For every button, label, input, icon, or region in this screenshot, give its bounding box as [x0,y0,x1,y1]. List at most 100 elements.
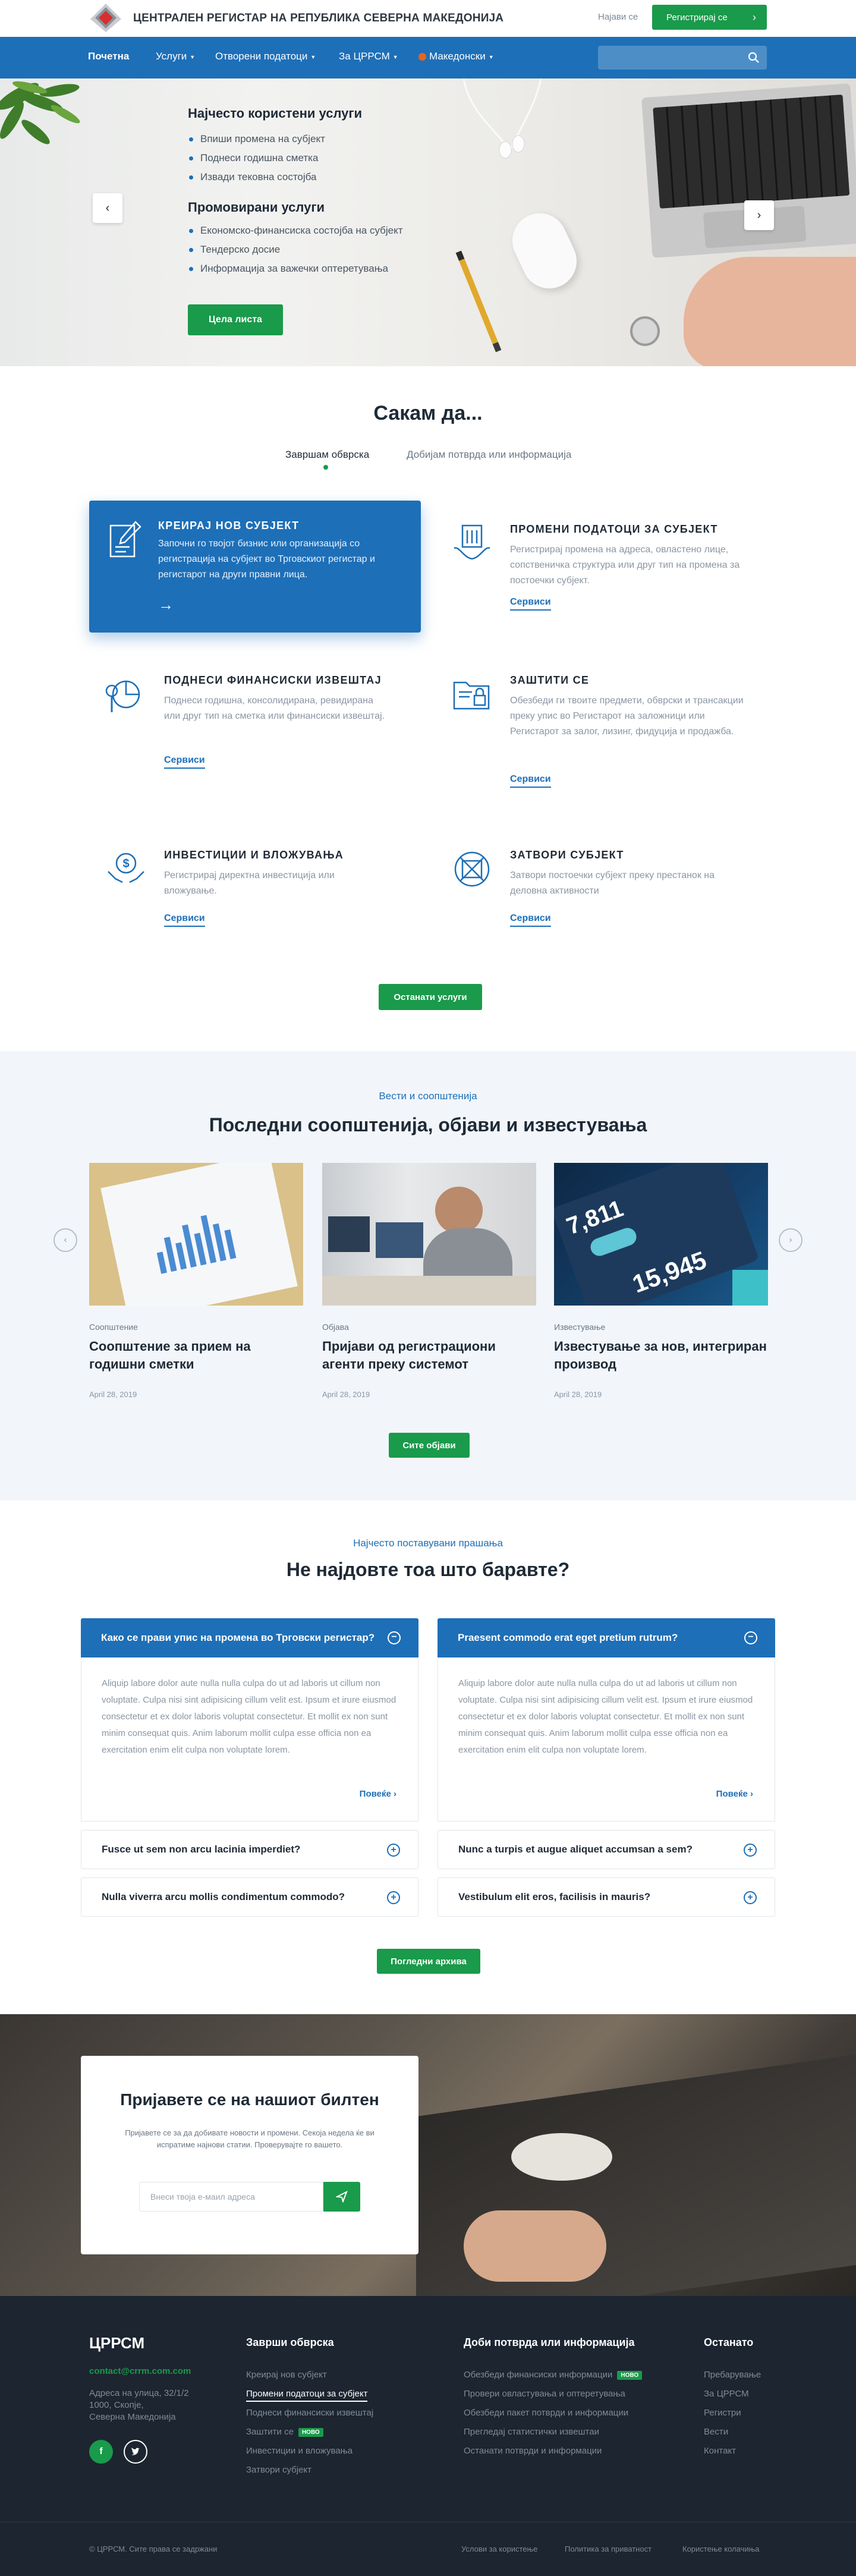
services-link[interactable]: Сервиси [164,755,205,769]
logo-icon[interactable] [89,2,122,33]
footer-link[interactable]: Вести [704,2427,728,2437]
hero-link[interactable]: Извади тековна состојба [189,168,325,187]
faq-item[interactable]: Vestibulum elit eros, facilisis in mauri… [438,1877,775,1917]
caret-down-icon: ▼ [392,54,398,60]
faq-item[interactable]: Nunc a turpis et augue aliquet accumsan … [438,1830,775,1869]
arrow-right-icon: → [158,596,174,614]
building-hand-icon [454,524,490,560]
all-news-button[interactable]: Сите објави [389,1433,470,1458]
footer-link[interactable]: Поднеси финансиски извештај [246,2408,373,2418]
hero-link[interactable]: Тендерско досие [189,240,403,259]
bullet-icon [189,228,193,233]
footer-link[interactable]: Обезбеди финансиски информации НОВО [464,2370,643,2380]
newsletter-text: Пријавете се за да добивате новости и пр… [125,2128,374,2149]
active-tab-indicator [323,465,328,470]
news-card[interactable]: 7,811 15,945 Известување Известување за … [554,1163,768,1413]
news-prev-button[interactable]: ‹ [54,1228,77,1252]
newsletter-title: Пријавете се на нашиот билтен [120,2090,379,2109]
footer-link[interactable]: Заштити се НОВО [246,2427,323,2437]
footer-link[interactable]: Пребарување [704,2370,761,2380]
news-card[interactable]: Соопштение Соопштение за прием на годишн… [89,1163,303,1413]
faq-archive-button[interactable]: Погледни архива [377,1949,480,1974]
footer-link[interactable]: Обезбеди пакет потврди и информации [464,2408,628,2418]
faq-more-link[interactable]: Повеќе › [360,1786,396,1803]
bullet-icon [189,247,193,252]
footer-link[interactable]: Прегледај статистички извештаи [464,2427,599,2437]
services-link[interactable]: Сервиси [510,597,551,611]
plus-circle-icon: + [387,1891,400,1904]
tab-information[interactable]: Добијам потврда или информација [407,449,571,461]
footer-link[interactable]: Провери овластувања и оптеретувања [464,2389,625,2399]
faq-item-open: Praesent commodo erat eget pretium rutru… [438,1618,775,1822]
other-services-button[interactable]: Останати услуги [379,984,482,1010]
footer-link[interactable]: За ЦРРСМ [704,2389,749,2399]
faq-question[interactable]: Како се прави упис на промена во Трговск… [81,1618,418,1657]
footer-link[interactable]: Контакт [704,2446,736,2456]
service-title: ПРОМЕНИ ПОДАТОЦИ ЗА СУБЈЕКТ [510,523,718,535]
hero-link-label: Извади тековна состојба [200,171,317,183]
news-title: Последни соопштенија, објави и известува… [209,1114,647,1136]
faq-question-text: Fusce ut sem non arcu lacinia imperdiet? [102,1844,301,1855]
plus-circle-icon: + [744,1844,757,1857]
hero-link[interactable]: Информација за важечки оптеретувања [189,259,403,278]
hero-group1-list: Впиши промена на субјект Поднеси годишна… [189,130,325,187]
coin-hands-icon: $ [108,853,144,883]
hero-link[interactable]: Поднеси годишна сметка [189,149,325,168]
register-button[interactable]: Регистрирај се › [652,5,767,30]
service-title: КРЕИРАЈ НОВ СУБЈЕКТ [158,520,300,531]
twitter-icon[interactable] [124,2440,147,2464]
hero-link[interactable]: Економско-финансиска состојба на субјект [189,221,403,240]
footer-link[interactable]: Инвестиции и вложувања [246,2446,353,2456]
footer-bottom-link[interactable]: Политика за приватност [565,2544,652,2553]
tab-obligation[interactable]: Завршам обврска [285,449,369,461]
nav-language[interactable]: Македонски ▼ [418,51,494,62]
faq-question-text: Nunc a turpis et augue aliquet accumsan … [458,1844,693,1855]
footer-email-link[interactable]: contact@crrm.com.com [89,2366,191,2376]
faq-question[interactable]: Praesent commodo erat eget pretium rutru… [438,1618,775,1657]
faq-item[interactable]: Fusce ut sem non arcu lacinia imperdiet?… [81,1830,418,1869]
news-date: April 28, 2019 [554,1390,602,1399]
hero-full-list-button[interactable]: Цела листа [188,304,283,335]
nav-home[interactable]: Почетна [88,51,129,62]
newsletter-email-input[interactable]: Внеси твоја е-маил адреса [139,2182,323,2212]
newsletter-placeholder: Внеси твоја е-маил адреса [150,2192,255,2201]
faq-more-link[interactable]: Повеќе › [716,1786,753,1803]
sakam-title: Сакам да... [373,402,483,424]
nav-language-label: Македонски [429,51,486,62]
footer-link[interactable]: Затвори субјект [246,2465,311,2475]
hero-link[interactable]: Впиши промена на субјект [189,130,325,149]
news-card[interactable]: Објава Пријави од регистрациони агенти п… [322,1163,536,1413]
footer-link[interactable]: Останати потврди и информации [464,2446,602,2456]
service-text: Поднеси годишна, консолидирана, ревидира… [164,696,385,721]
newsletter-submit-button[interactable] [323,2182,360,2212]
footer-link[interactable]: Креирај нов субјект [246,2370,327,2380]
service-text: Започни го твојот бизнис или организациј… [158,539,375,580]
news-category: Соопштение [89,1322,138,1332]
laptop-image [641,83,856,258]
chevron-right-icon: › [757,208,761,222]
footer-bottom-link[interactable]: Користење колачиња [682,2544,759,2553]
service-card-create[interactable]: КРЕИРАЈ НОВ СУБЈЕКТ Започни го твојот би… [89,501,421,633]
nav-open-data[interactable]: Отворени податоци ▼ [215,51,316,62]
watch-image [630,316,660,346]
services-link[interactable]: Сервиси [510,913,551,927]
footer-bottom-link[interactable]: Услови за користење [461,2544,537,2553]
footer-link[interactable]: Регистри [704,2408,741,2418]
services-link[interactable]: Сервиси [510,774,551,788]
nav-about[interactable]: За ЦРРСМ ▼ [339,51,398,62]
search-input[interactable] [598,46,741,70]
facebook-icon[interactable]: f [89,2440,113,2464]
nav-services[interactable]: Услуги ▼ [156,51,195,62]
hero-next-button[interactable]: › [744,200,774,230]
footer-link[interactable]: Промени податоци за субјект [246,2389,368,2402]
hero-prev-button[interactable]: ‹ [93,193,122,223]
service-text: Затвори постоечки субјект преку престано… [510,870,715,896]
service-title: ЗАШТИТИ СЕ [510,674,590,686]
faq-item[interactable]: Nulla viverra arcu mollis condimentum co… [81,1877,418,1917]
faq-answer: Aliquip labore dolor aute nulla nulla cu… [81,1657,418,1822]
faq-answer: Aliquip labore dolor aute nulla nulla cu… [438,1657,775,1822]
login-link[interactable]: Најави се [598,12,638,22]
search-icon[interactable] [748,52,760,64]
news-next-button[interactable]: › [779,1228,802,1252]
services-link[interactable]: Сервиси [164,913,205,927]
